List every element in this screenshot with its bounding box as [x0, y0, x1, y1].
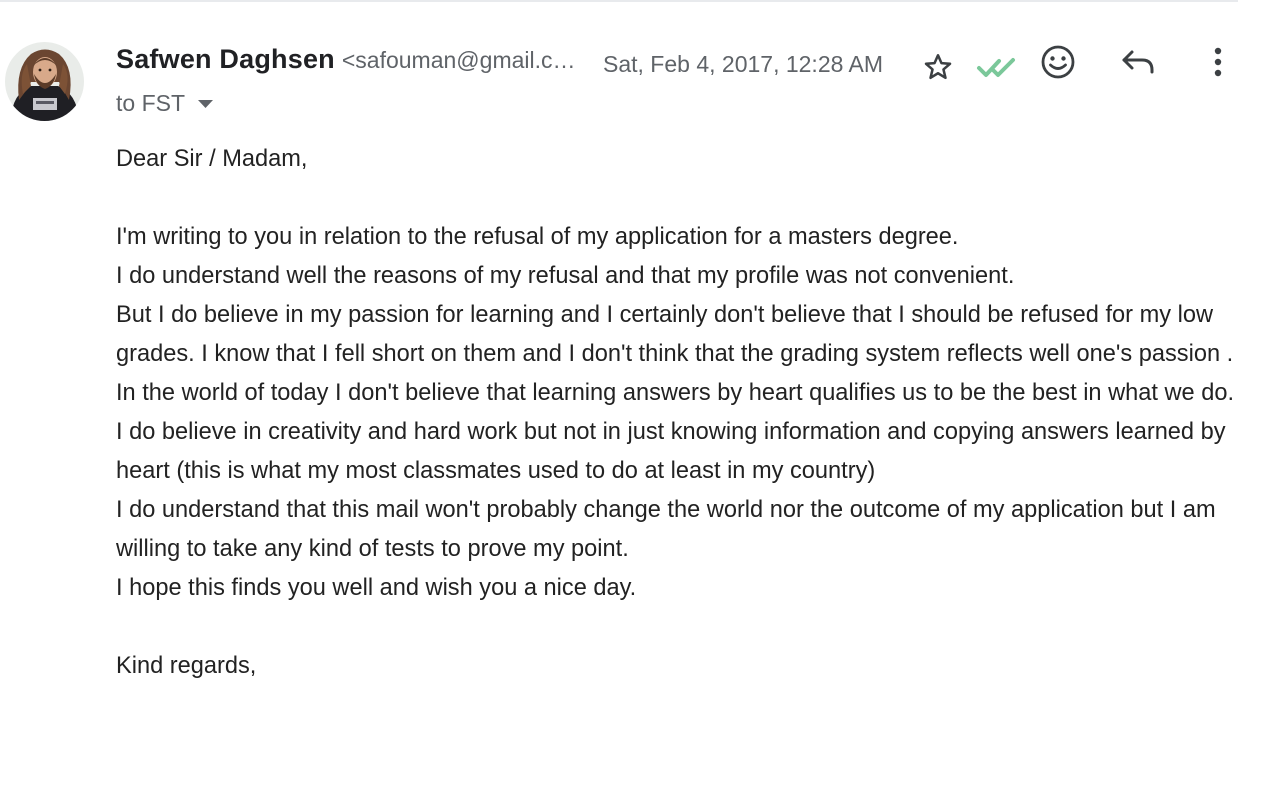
message-body: Dear Sir / Madam, I'm writing to you in …	[116, 140, 1246, 686]
star-button[interactable]	[916, 45, 960, 89]
recipient-label: to FST	[116, 89, 186, 116]
add-reaction-button[interactable]	[1036, 40, 1080, 84]
double-check-icon	[977, 58, 1015, 77]
dropdown-arrow-icon[interactable]	[197, 99, 214, 109]
body-greeting: Dear Sir / Madam,	[116, 146, 308, 172]
read-receipt-indicator	[975, 45, 1019, 89]
star-icon	[924, 54, 952, 80]
body-line: I hope this finds you well and wish you …	[116, 575, 637, 601]
email-message-view: Safwen Daghsen <safouman@gmail.com> Sat,…	[0, 0, 1264, 800]
body-line: But I do believe in my passion for learn…	[116, 302, 1235, 484]
reply-icon	[1122, 50, 1154, 74]
reply-button[interactable]	[1116, 40, 1160, 84]
sender-email[interactable]: <safouman@gmail.com>	[342, 47, 578, 74]
sender-avatar[interactable]	[5, 42, 84, 121]
body-line: I'm writing to you in relation to the re…	[116, 224, 959, 250]
more-options-button[interactable]	[1196, 40, 1240, 84]
more-vert-icon	[1214, 47, 1222, 77]
sender-name[interactable]: Safwen Daghsen	[116, 44, 335, 75]
message-date: Sat, Feb 4, 2017, 12:28 AM	[603, 51, 884, 77]
body-closing: Kind regards,	[116, 653, 257, 679]
body-line: I do understand that this mail won't pro…	[116, 497, 1216, 562]
top-divider	[0, 0, 1238, 2]
sender-line: Safwen Daghsen <safouman@gmail.com>	[116, 44, 578, 80]
recipient-details-toggle[interactable]: to FST	[116, 88, 214, 118]
emoji-icon	[1041, 45, 1075, 79]
body-line: I do understand well the reasons of my r…	[116, 263, 1015, 289]
